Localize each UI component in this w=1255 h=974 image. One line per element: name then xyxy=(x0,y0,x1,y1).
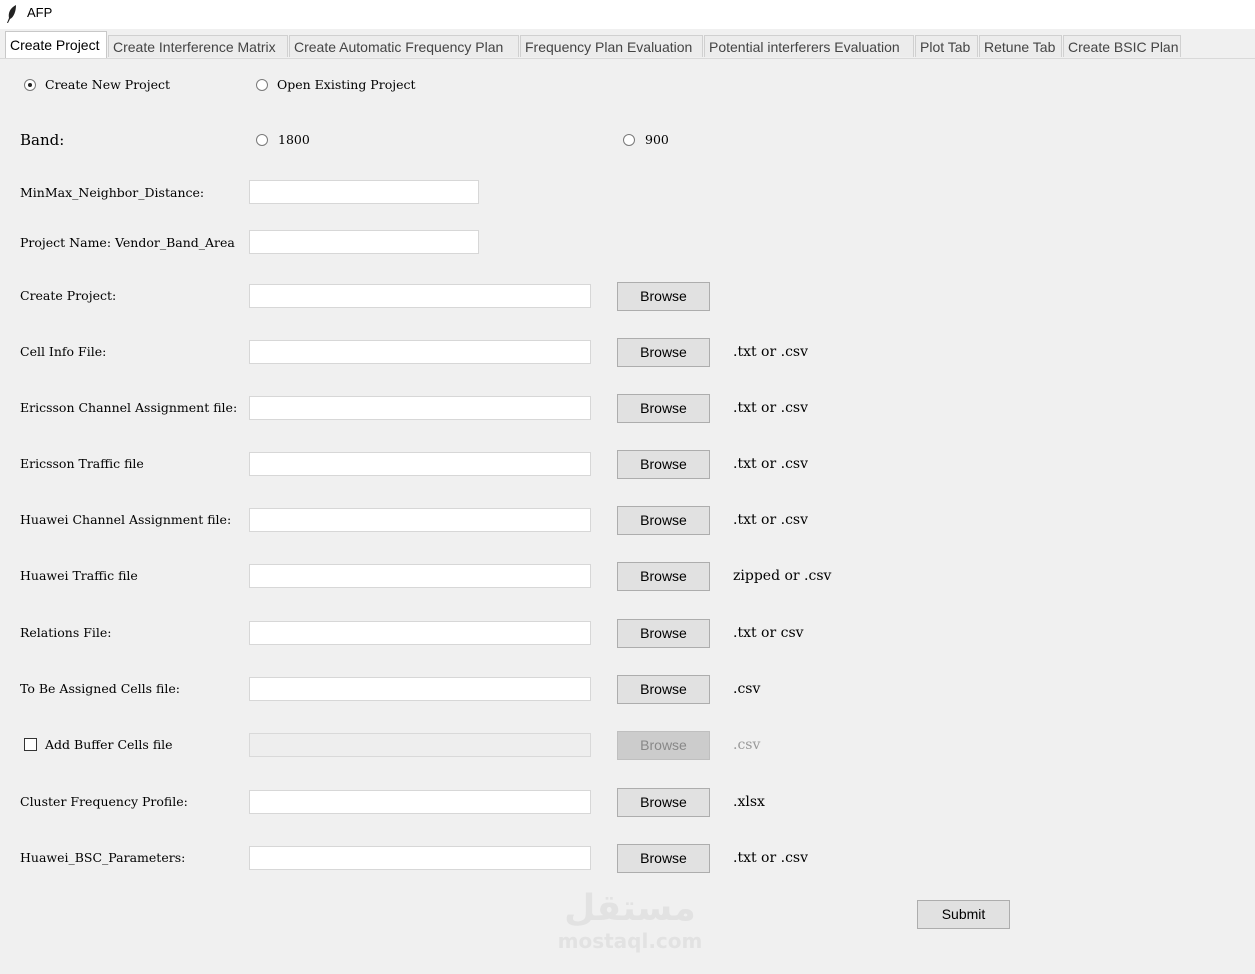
band-900-radio[interactable] xyxy=(623,134,635,146)
relations-file-label: Relations File: xyxy=(20,625,112,640)
huawei-bsc-parameters-input[interactable] xyxy=(249,846,591,870)
huawei-channel-assignment-hint: .txt or .csv xyxy=(733,512,809,528)
tab-create-bsic-plan[interactable]: Create BSIC Plan xyxy=(1063,35,1181,57)
cluster-frequency-profile-label: Cluster Frequency Profile: xyxy=(20,794,188,809)
huawei-traffic-hint: zipped or .csv xyxy=(733,568,832,584)
band-1800-radio[interactable] xyxy=(256,134,268,146)
huawei-traffic-input[interactable] xyxy=(249,564,591,588)
cell-info-file-hint: .txt or .csv xyxy=(733,344,809,360)
relations-file-input[interactable] xyxy=(249,621,591,645)
tab-potential-interferers-evaluation[interactable]: Potential interferers Evaluation xyxy=(704,35,914,57)
tab-create-project[interactable]: Create Project xyxy=(5,31,107,58)
huawei-traffic-label: Huawei Traffic file xyxy=(20,568,138,583)
ericsson-traffic-browse-button[interactable]: Browse xyxy=(617,450,710,479)
add-buffer-cells-checkbox[interactable] xyxy=(24,738,37,751)
cluster-frequency-profile-input[interactable] xyxy=(249,790,591,814)
tab-create-automatic-frequency-plan[interactable]: Create Automatic Frequency Plan xyxy=(289,35,519,57)
huawei-channel-assignment-browse-button[interactable]: Browse xyxy=(617,506,710,535)
cell-info-file-input[interactable] xyxy=(249,340,591,364)
watermark-arabic: مستقل xyxy=(564,888,696,929)
ericsson-channel-assignment-input[interactable] xyxy=(249,396,591,420)
tab-plot[interactable]: Plot Tab xyxy=(915,35,978,57)
ericsson-channel-assignment-browse-button[interactable]: Browse xyxy=(617,394,710,423)
to-be-assigned-cells-label: To Be Assigned Cells file: xyxy=(20,681,180,696)
ericsson-traffic-label: Ericsson Traffic file xyxy=(20,456,144,471)
huawei-bsc-parameters-browse-button[interactable]: Browse xyxy=(617,844,710,873)
buffer-cells-browse-button: Browse xyxy=(617,731,710,760)
cell-info-file-label: Cell Info File: xyxy=(20,344,107,359)
relations-file-hint: .txt or csv xyxy=(733,625,804,641)
submit-button[interactable]: Submit xyxy=(917,900,1010,929)
feather-icon xyxy=(7,5,16,23)
band-900-label: 900 xyxy=(645,132,669,147)
cluster-frequency-profile-browse-button[interactable]: Browse xyxy=(617,788,710,817)
band-1800-label: 1800 xyxy=(278,132,310,147)
project-name-label: Project Name: Vendor_Band_Area xyxy=(20,235,235,250)
project-name-input[interactable] xyxy=(249,230,479,254)
relations-file-browse-button[interactable]: Browse xyxy=(617,619,710,648)
create-project-input[interactable] xyxy=(249,284,591,308)
to-be-assigned-cells-browse-button[interactable]: Browse xyxy=(617,675,710,704)
cluster-frequency-profile-hint: .xlsx xyxy=(733,794,765,810)
tab-frequency-plan-evaluation[interactable]: Frequency Plan Evaluation xyxy=(520,35,703,57)
watermark: مستقل mostaql.com xyxy=(550,888,710,952)
huawei-channel-assignment-input[interactable] xyxy=(249,508,591,532)
minmax-neighbor-distance-input[interactable] xyxy=(249,180,479,204)
ericsson-traffic-input[interactable] xyxy=(249,452,591,476)
ericsson-traffic-hint: .txt or .csv xyxy=(733,456,809,472)
tab-create-interference-matrix[interactable]: Create Interference Matrix xyxy=(108,35,288,57)
huawei-traffic-browse-button[interactable]: Browse xyxy=(617,562,710,591)
tab-retune[interactable]: Retune Tab xyxy=(979,35,1062,57)
create-new-project-radio[interactable] xyxy=(24,79,36,91)
create-project-browse-button[interactable]: Browse xyxy=(617,282,710,311)
huawei-bsc-parameters-hint: .txt or .csv xyxy=(733,850,809,866)
band-label: Band: xyxy=(20,131,65,149)
watermark-latin: mostaql.com xyxy=(557,929,703,953)
minmax-neighbor-distance-label: MinMax_Neighbor_Distance: xyxy=(20,185,205,200)
to-be-assigned-cells-input[interactable] xyxy=(249,677,591,701)
open-existing-project-radio[interactable] xyxy=(256,79,268,91)
create-project-label: Create Project: xyxy=(20,288,117,303)
open-existing-project-label: Open Existing Project xyxy=(277,77,416,92)
ericsson-channel-assignment-label: Ericsson Channel Assignment file: xyxy=(20,400,238,415)
add-buffer-cells-label: Add Buffer Cells file xyxy=(45,737,173,752)
create-new-project-label: Create New Project xyxy=(45,77,170,92)
huawei-bsc-parameters-label: Huawei_BSC_Parameters: xyxy=(20,850,186,865)
buffer-cells-hint: .csv xyxy=(733,737,761,753)
buffer-cells-input xyxy=(249,733,591,757)
cell-info-file-browse-button[interactable]: Browse xyxy=(617,338,710,367)
ericsson-channel-assignment-hint: .txt or .csv xyxy=(733,400,809,416)
window-title: AFP xyxy=(27,5,53,20)
huawei-channel-assignment-label: Huawei Channel Assignment file: xyxy=(20,512,232,527)
to-be-assigned-cells-hint: .csv xyxy=(733,681,761,697)
title-bar: AFP xyxy=(0,0,1255,29)
